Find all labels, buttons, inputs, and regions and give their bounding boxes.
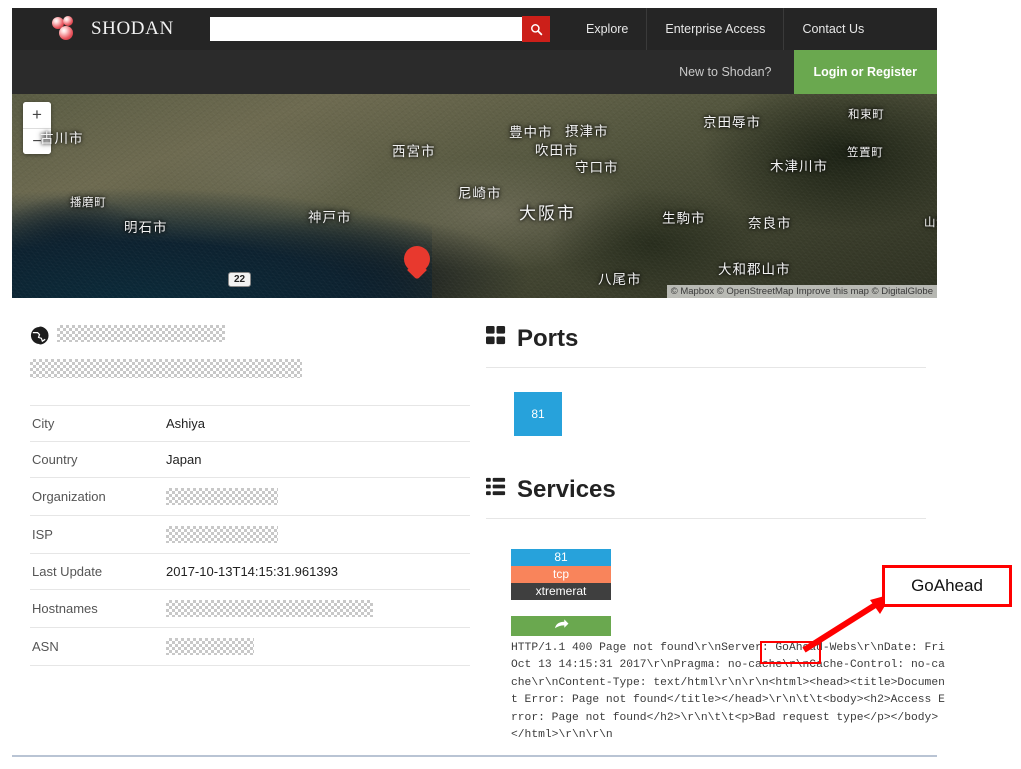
service-expand-button[interactable] <box>511 616 611 636</box>
info-value: Japan <box>164 442 470 478</box>
search-form <box>210 16 550 42</box>
table-row: Hostnames <box>30 590 470 628</box>
table-row: CityAshiya <box>30 406 470 442</box>
info-key: ISP <box>30 516 164 554</box>
service-entry: 81 tcp xtremerat HTTP/1.1 400 Page not f… <box>486 549 926 744</box>
host-info-table: CityAshiyaCountryJapanOrganizationISPLas… <box>30 405 470 666</box>
redacted-value <box>166 526 278 543</box>
search-button[interactable] <box>522 16 550 42</box>
map-label: 摂津市 <box>565 120 609 140</box>
logo[interactable]: SHODAN <box>52 16 202 42</box>
info-value <box>164 478 470 516</box>
info-key: City <box>30 406 164 442</box>
table-row: Organization <box>30 478 470 516</box>
host-details-column: CityAshiyaCountryJapanOrganizationISPLas… <box>30 325 470 666</box>
arrow-right-icon <box>553 618 570 634</box>
info-key: Country <box>30 442 164 478</box>
table-row: ISP <box>30 516 470 554</box>
brand-name: SHODAN <box>91 18 174 40</box>
map-label: 笠置町 <box>847 144 883 160</box>
new-to-shodan-label: New to Shodan? <box>679 65 771 79</box>
info-key: Organization <box>30 478 164 516</box>
annotation-callout: GoAhead <box>882 565 1012 607</box>
table-row: ASN <box>30 628 470 666</box>
page-bottom-divider <box>12 755 937 757</box>
map-label: 守口市 <box>575 156 619 176</box>
service-banner: HTTP/1.1 400 Page not found\r\nServer: G… <box>511 640 946 744</box>
ports-title-text: Ports <box>517 325 578 353</box>
service-badge[interactable]: 81 tcp xtremerat <box>511 549 611 600</box>
map-route-shield-22: 22 <box>228 272 251 287</box>
map-label: 神戸市 <box>308 206 352 226</box>
service-protocol: tcp <box>511 566 611 583</box>
host-ip-redacted <box>57 325 225 342</box>
services-divider <box>486 518 926 519</box>
map-label: 大阪市 <box>519 199 576 224</box>
map-label: 生駒市 <box>662 207 706 227</box>
login-or-register-button[interactable]: Login or Register <box>794 50 937 94</box>
map-label: 豊中市 <box>509 121 553 141</box>
map-label: 和束町 <box>848 106 884 122</box>
service-name: xtremerat <box>511 583 611 600</box>
map-label: 木津川市 <box>770 155 828 175</box>
service-port: 81 <box>511 549 611 566</box>
services-section-title: Services <box>486 476 926 504</box>
main-nav: Explore Enterprise Access Contact Us <box>568 8 882 50</box>
ports-section-title: Ports <box>486 325 926 353</box>
map-label: 八尾市 <box>598 268 642 288</box>
map-label: 奈良市 <box>748 212 792 232</box>
map-label: 大和郡山市 <box>718 258 791 278</box>
redacted-value <box>166 638 254 655</box>
info-key: Hostnames <box>30 590 164 628</box>
list-icon <box>486 476 507 504</box>
map-label: 山添村 <box>924 214 937 230</box>
redacted-value <box>166 488 278 505</box>
map-label: 明石市 <box>124 216 168 236</box>
ports-divider <box>486 367 926 368</box>
map-zoom-in-button[interactable]: + <box>23 102 51 128</box>
info-value: 2017-10-13T14:15:31.961393 <box>164 554 470 590</box>
ports-list: 81 <box>486 392 926 436</box>
table-row: CountryJapan <box>30 442 470 478</box>
host-services-column: Ports 81 Services 81 tcp xtremerat H <box>486 325 926 744</box>
location-map[interactable]: 22 15 + − © Mapbox © OpenStreetMap Impro… <box>12 94 937 298</box>
host-hostname-redacted <box>30 359 302 378</box>
site-header: SHODAN Explore Enterprise Access Contact… <box>12 8 937 50</box>
services-title-text: Services <box>517 476 616 504</box>
shodan-logo-icon <box>52 16 82 42</box>
location-marker-icon <box>404 246 430 280</box>
info-value: Ashiya <box>164 406 470 442</box>
port-badge-81[interactable]: 81 <box>514 392 562 436</box>
map-label: 吹田市 <box>535 139 579 159</box>
annotation-callout-label: GoAhead <box>911 576 983 596</box>
map-attribution[interactable]: © Mapbox © OpenStreetMap Improve this ma… <box>667 285 937 298</box>
host-header <box>30 325 470 345</box>
account-bar: New to Shodan? Login or Register <box>12 50 937 94</box>
shodan-host-page: SHODAN Explore Enterprise Access Contact… <box>0 0 1021 769</box>
info-value <box>164 590 470 628</box>
redacted-value <box>166 600 373 617</box>
info-key: ASN <box>30 628 164 666</box>
table-row: Last Update2017-10-13T14:15:31.961393 <box>30 554 470 590</box>
map-label: 西宮市 <box>392 140 436 160</box>
map-label: 古川市 <box>40 127 84 147</box>
map-label: 京田辱市 <box>703 111 761 131</box>
nav-item-contact-us[interactable]: Contact Us <box>783 8 882 50</box>
search-icon <box>530 23 543 36</box>
info-value <box>164 628 470 666</box>
annotation-highlight-box <box>760 641 821 664</box>
globe-icon <box>30 326 49 345</box>
nav-item-explore[interactable]: Explore <box>568 8 646 50</box>
map-label: 尼崎市 <box>458 182 502 202</box>
info-key: Last Update <box>30 554 164 590</box>
nav-item-enterprise-access[interactable]: Enterprise Access <box>646 8 783 50</box>
host-hostname-row <box>30 359 470 378</box>
info-value <box>164 516 470 554</box>
search-input[interactable] <box>210 17 522 41</box>
map-label: 播磨町 <box>70 194 106 210</box>
grid-icon <box>486 325 507 353</box>
